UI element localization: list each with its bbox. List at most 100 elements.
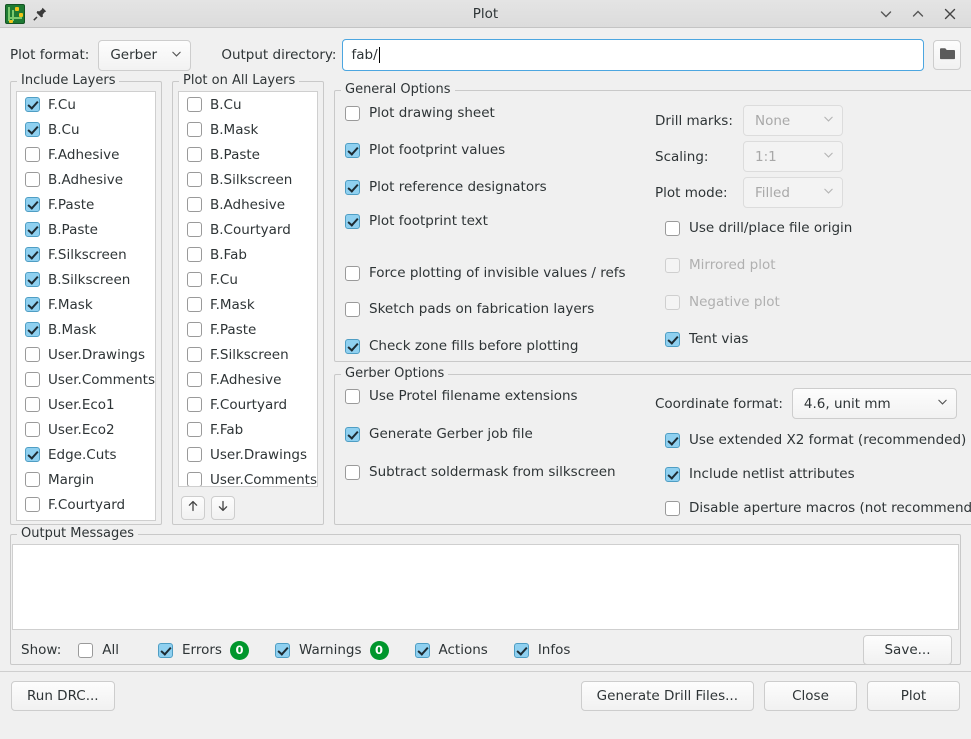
checkbox[interactable] xyxy=(665,466,680,482)
run-drc-button[interactable]: Run DRC... xyxy=(11,681,115,711)
checkbox[interactable] xyxy=(345,213,360,229)
list-item[interactable]: B.Paste xyxy=(179,142,317,167)
layer-checkbox[interactable] xyxy=(187,247,202,262)
checkbox[interactable] xyxy=(345,464,360,480)
checkbox[interactable] xyxy=(78,642,94,658)
output-directory-input[interactable]: fab/ xyxy=(342,39,924,71)
list-item[interactable]: B.Cu xyxy=(17,117,155,142)
checkbox[interactable] xyxy=(345,142,360,158)
list-item[interactable]: F.Courtyard xyxy=(179,392,317,417)
layer-checkbox[interactable] xyxy=(25,197,40,212)
layer-checkbox[interactable] xyxy=(187,97,202,112)
move-layer-up-button[interactable] xyxy=(181,496,205,520)
option-tent-vias[interactable]: Tent vias xyxy=(665,331,971,347)
list-item[interactable]: F.Silkscreen xyxy=(17,242,155,267)
include-layers-list[interactable]: F.Cu B.Cu F.Adhesive B.Adhesive F.Paste … xyxy=(16,91,156,521)
filter-all[interactable]: All xyxy=(78,642,119,658)
list-item[interactable]: F.Fab xyxy=(179,417,317,442)
layer-checkbox[interactable] xyxy=(25,347,40,362)
list-item[interactable]: B.Mask xyxy=(17,317,155,342)
filter-infos[interactable]: Infos xyxy=(513,642,570,658)
option-plot-footprint-text[interactable]: Plot footprint text xyxy=(345,213,645,229)
layer-checkbox[interactable] xyxy=(25,147,40,162)
chevron-up-icon[interactable] xyxy=(910,6,926,22)
plot-on-all-layers-list[interactable]: B.Cu B.Mask B.Paste B.Silkscreen B.Adhes… xyxy=(178,91,318,487)
layer-checkbox[interactable] xyxy=(187,322,202,337)
list-item[interactable]: B.Cu xyxy=(179,92,317,117)
option-extended-x2-format[interactable]: Use extended X2 format (recommended) xyxy=(665,432,971,448)
option-protel-extensions[interactable]: Use Protel filename extensions xyxy=(345,388,645,404)
list-item[interactable]: B.Silkscreen xyxy=(17,267,155,292)
layer-checkbox[interactable] xyxy=(187,447,202,462)
checkbox[interactable] xyxy=(513,642,529,658)
list-item[interactable]: User.Eco1 xyxy=(17,392,155,417)
checkbox[interactable] xyxy=(345,338,360,354)
layer-checkbox[interactable] xyxy=(187,297,202,312)
list-item[interactable]: B.Fab xyxy=(179,242,317,267)
layer-checkbox[interactable] xyxy=(187,472,202,486)
chevron-down-icon[interactable] xyxy=(878,6,894,22)
plot-button[interactable]: Plot xyxy=(867,681,960,711)
list-item[interactable]: F.Mask xyxy=(17,292,155,317)
list-item[interactable]: User.Eco2 xyxy=(17,417,155,442)
layer-checkbox[interactable] xyxy=(25,372,40,387)
list-item[interactable]: Edge.Cuts xyxy=(17,442,155,467)
list-item[interactable]: B.Adhesive xyxy=(17,167,155,192)
checkbox[interactable] xyxy=(665,331,680,347)
list-item[interactable]: F.Courtyard xyxy=(17,492,155,517)
list-item[interactable]: User.Comments xyxy=(17,367,155,392)
checkbox[interactable] xyxy=(345,388,360,404)
option-plot-reference-designators[interactable]: Plot reference designators xyxy=(345,179,645,195)
option-plot-drawing-sheet[interactable]: Plot drawing sheet xyxy=(345,105,645,121)
list-item[interactable]: B.Courtyard xyxy=(179,217,317,242)
layer-checkbox[interactable] xyxy=(187,422,202,437)
layer-checkbox[interactable] xyxy=(25,397,40,412)
option-check-zone-fills[interactable]: Check zone fills before plotting xyxy=(345,338,645,354)
layer-checkbox[interactable] xyxy=(25,272,40,287)
pin-icon[interactable] xyxy=(32,6,48,22)
option-sketch-pads-fab[interactable]: Sketch pads on fabrication layers xyxy=(345,301,645,317)
coordinate-format-select[interactable]: 4.6, unit mm xyxy=(791,388,957,419)
layer-checkbox[interactable] xyxy=(25,297,40,312)
list-item[interactable]: F.Mask xyxy=(179,292,317,317)
option-include-netlist-attributes[interactable]: Include netlist attributes xyxy=(665,466,971,482)
option-force-plot-invisible[interactable]: Force plotting of invisible values / ref… xyxy=(345,265,645,281)
layer-checkbox[interactable] xyxy=(187,122,202,137)
layer-checkbox[interactable] xyxy=(25,497,40,512)
list-item[interactable]: B.Adhesive xyxy=(179,192,317,217)
checkbox[interactable] xyxy=(665,220,680,236)
layer-checkbox[interactable] xyxy=(187,397,202,412)
list-item[interactable]: F.Paste xyxy=(179,317,317,342)
plot-mode-select[interactable]: Filled xyxy=(743,177,843,208)
scaling-select[interactable]: 1:1 xyxy=(743,141,843,172)
generate-drill-files-button[interactable]: Generate Drill Files... xyxy=(580,681,754,711)
checkbox[interactable] xyxy=(345,265,360,281)
list-item[interactable]: B.Silkscreen xyxy=(179,167,317,192)
checkbox[interactable] xyxy=(414,642,430,658)
filter-errors[interactable]: Errors xyxy=(158,642,222,658)
checkbox[interactable] xyxy=(345,426,360,442)
option-plot-footprint-values[interactable]: Plot footprint values xyxy=(345,142,645,158)
list-item[interactable]: User.Comments xyxy=(179,467,317,486)
drill-marks-select[interactable]: None xyxy=(743,105,843,136)
layer-checkbox[interactable] xyxy=(25,222,40,237)
checkbox[interactable] xyxy=(665,432,680,448)
layer-checkbox[interactable] xyxy=(187,197,202,212)
layer-checkbox[interactable] xyxy=(187,172,202,187)
list-item[interactable]: F.Adhesive xyxy=(179,367,317,392)
checkbox[interactable] xyxy=(345,105,360,121)
filter-actions[interactable]: Actions xyxy=(414,642,488,658)
list-item[interactable]: F.Silkscreen xyxy=(179,342,317,367)
layer-checkbox[interactable] xyxy=(25,247,40,262)
list-item[interactable]: B.Mask xyxy=(179,117,317,142)
save-messages-button[interactable]: Save... xyxy=(863,635,952,665)
layer-checkbox[interactable] xyxy=(187,372,202,387)
checkbox[interactable] xyxy=(274,642,290,658)
move-layer-down-button[interactable] xyxy=(211,496,235,520)
checkbox[interactable] xyxy=(665,500,680,516)
list-item[interactable]: User.Drawings xyxy=(179,442,317,467)
layer-checkbox[interactable] xyxy=(25,322,40,337)
list-item[interactable]: Margin xyxy=(17,467,155,492)
option-subtract-soldermask[interactable]: Subtract soldermask from silkscreen xyxy=(345,464,645,480)
option-generate-job-file[interactable]: Generate Gerber job file xyxy=(345,426,645,442)
